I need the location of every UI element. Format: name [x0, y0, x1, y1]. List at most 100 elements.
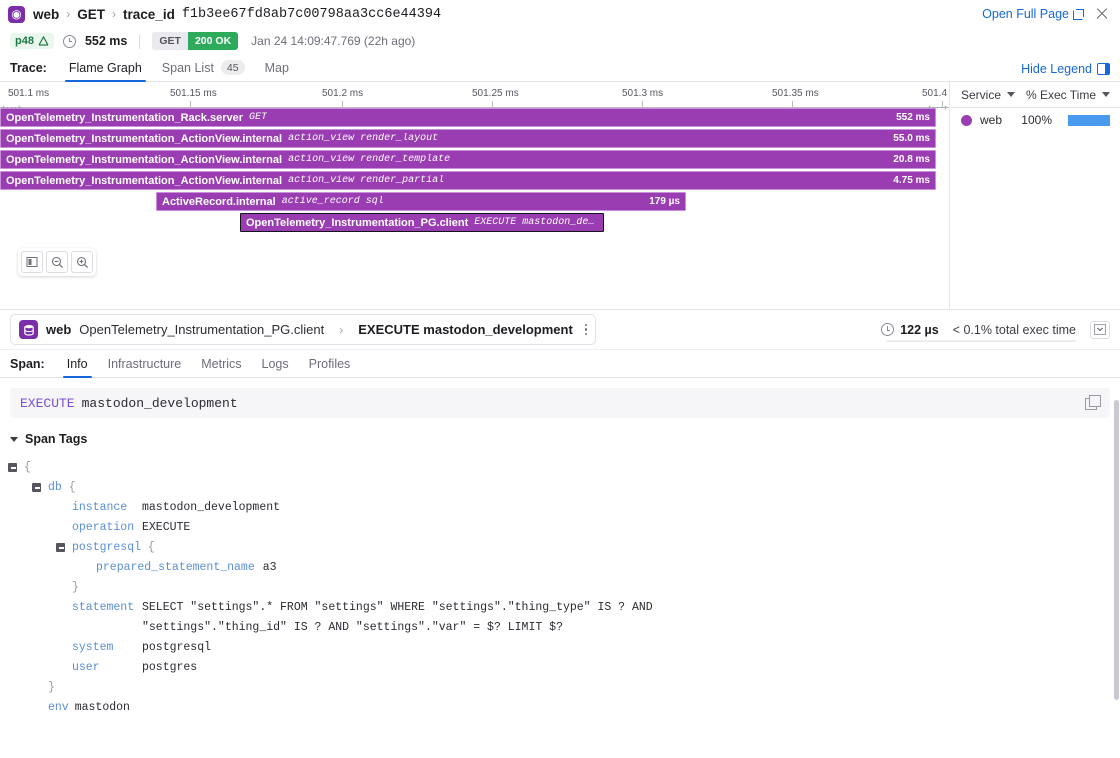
- flame-bar[interactable]: OpenTelemetry_Instrumentation_Rack.serve…: [0, 108, 936, 127]
- timeline-ruler: ‹···› ‹···› 501.1 ms 501.15 ms 501.2 ms 501…: [0, 82, 949, 112]
- flame-bar[interactable]: OpenTelemetry_Instrumentation_PG.client E…: [240, 213, 604, 232]
- span-tag-value: postgresql: [142, 641, 212, 654]
- tab-span-list[interactable]: Span List 45: [152, 60, 255, 81]
- span-pct-exec-time: < 0.1% total exec time: [952, 322, 1076, 337]
- span-header: web OpenTelemetry_Instrumentation_PG.cli…: [0, 310, 1120, 350]
- page-scrollbar[interactable]: [1114, 400, 1119, 700]
- tab-map[interactable]: Map: [255, 61, 299, 81]
- span-tag-row: db {: [8, 478, 1120, 498]
- tab-map-label: Map: [264, 61, 289, 75]
- span-tag-key: user: [72, 661, 100, 674]
- tab-info[interactable]: Info: [57, 357, 98, 378]
- chevron-down-icon: [1102, 92, 1110, 97]
- span-tag-brace: {: [61, 481, 76, 494]
- globe-icon: ◉: [8, 5, 25, 23]
- span-tag-brace: {: [141, 541, 155, 554]
- tab-profiles[interactable]: Profiles: [299, 357, 361, 377]
- collapse-panel-icon[interactable]: [1090, 320, 1110, 339]
- span-tag-value: postgres: [142, 661, 198, 674]
- breadcrumb-chevron-icon: ›: [66, 7, 71, 21]
- breadcrumb-trace-id[interactable]: f1b3ee67fd8ab7c00798aa3cc6e44394: [182, 7, 441, 22]
- span-tag-row: operation EXECUTE: [8, 518, 1120, 538]
- span-tag-row: instance mastodon_development: [8, 498, 1120, 518]
- hide-legend-button[interactable]: Hide Legend: [1021, 62, 1110, 81]
- open-full-page-link[interactable]: Open Full Page: [982, 7, 1084, 21]
- span-tag-value: EXECUTE: [142, 521, 191, 534]
- trace-timestamp: Jan 24 14:09:47.769 (22h ago): [251, 34, 416, 48]
- span-list-count-badge: 45: [220, 60, 245, 75]
- ruler-tick: [642, 101, 643, 108]
- span-tag-row: system postgresql: [8, 638, 1120, 658]
- fit-icon[interactable]: [21, 251, 43, 273]
- ruler-tick: [792, 101, 793, 108]
- span-tags-tree: {db {instance mastodon_development operati…: [0, 452, 1120, 718]
- flame-bar[interactable]: OpenTelemetry_Instrumentation_ActionView…: [0, 150, 936, 169]
- tree-collapse-icon[interactable]: [56, 543, 65, 552]
- tree-collapse-icon[interactable]: [32, 483, 41, 492]
- legend-col-service: Service: [961, 87, 1002, 102]
- flame-zoom-controls: [18, 248, 96, 276]
- chevron-down-icon: [10, 436, 18, 442]
- close-icon[interactable]: [1094, 6, 1110, 22]
- flame-bar-operation: action_view render_template: [288, 154, 451, 165]
- service-color-swatch: [961, 114, 972, 126]
- flame-bar-name: OpenTelemetry_Instrumentation_Rack.serve…: [6, 111, 243, 124]
- percentile-badge[interactable]: p48: [10, 33, 54, 49]
- flame-graph-section: ‹···› ‹···› 501.1 ms 501.15 ms 501.2 ms 501…: [0, 82, 1120, 310]
- copy-icon[interactable]: [1085, 395, 1101, 410]
- breadcrumb-service[interactable]: web: [33, 7, 59, 22]
- breadcrumb-operation[interactable]: GET: [77, 7, 105, 22]
- legend-col-exec-time: % Exec Time: [1025, 87, 1096, 102]
- span-options-icon[interactable]: [584, 323, 588, 336]
- breadcrumb-trace-key: trace_id: [123, 6, 175, 22]
- span-resource-name: OpenTelemetry_Instrumentation_PG.client: [79, 322, 325, 337]
- flame-bar[interactable]: OpenTelemetry_Instrumentation_ActionView…: [0, 129, 936, 148]
- tab-flame-graph[interactable]: Flame Graph: [59, 61, 152, 82]
- span-tag-row: postgresql {: [8, 538, 1120, 558]
- span-tag-key: statement: [72, 601, 135, 614]
- flame-bar-duration: 55.0 ms: [893, 133, 930, 144]
- flame-bar-operation: action_view render_layout: [288, 133, 439, 144]
- ruler-tick-label: 501.2 ms: [322, 88, 364, 99]
- flame-bar[interactable]: OpenTelemetry_Instrumentation_ActionView…: [0, 171, 936, 190]
- ruler-tick-label: 501.35 ms: [772, 88, 819, 99]
- tab-logs[interactable]: Logs: [252, 357, 299, 377]
- span-tag-row: prepared_statement_name a3: [8, 558, 1120, 578]
- span-tag-key: prepared_statement_name: [96, 561, 255, 574]
- tab-metrics[interactable]: Metrics: [191, 357, 251, 377]
- legend-sort-service[interactable]: Service: [961, 87, 1016, 102]
- tab-flame-graph-label: Flame Graph: [68, 61, 142, 75]
- flame-bar-name: ActiveRecord.internal: [162, 195, 276, 208]
- resource-target: mastodon_development: [81, 395, 238, 411]
- resource-name-banner: EXECUTE mastodon_development: [10, 388, 1110, 418]
- tab-info-label: Info: [66, 357, 88, 371]
- flame-bar-operation: GET: [249, 112, 268, 123]
- span-tags-header[interactable]: Span Tags: [0, 418, 1120, 452]
- latency-distribution-icon: [38, 36, 49, 46]
- trace-duration: 552 ms: [84, 34, 128, 48]
- span-service-name: web: [46, 322, 72, 337]
- flame-bar[interactable]: ActiveRecord.internal active_record sql 17…: [156, 192, 686, 211]
- hide-legend-label: Hide Legend: [1021, 62, 1092, 76]
- span-identity-card[interactable]: web OpenTelemetry_Instrumentation_PG.cli…: [10, 314, 597, 345]
- flame-bar-name: OpenTelemetry_Instrumentation_ActionView…: [6, 153, 283, 166]
- legend-header: Service % Exec Time: [951, 82, 1120, 108]
- clock-icon: [881, 323, 895, 336]
- tab-infrastructure[interactable]: Infrastructure: [98, 357, 192, 377]
- tree-collapse-icon[interactable]: [8, 463, 17, 472]
- span-tag-value: mastodon_development: [142, 501, 281, 514]
- ruler-tick-label: 501.3 ms: [622, 88, 664, 99]
- legend-sort-exec-time[interactable]: % Exec Time: [1026, 88, 1110, 102]
- zoom-out-icon[interactable]: [46, 251, 68, 273]
- http-status-label: 200 OK: [187, 32, 239, 50]
- span-tag-key: system: [72, 641, 114, 654]
- span-tag-row: statement SELECT "settings".* FROM "setti…: [8, 598, 1120, 638]
- legend-row-web[interactable]: web 100%: [951, 108, 1120, 132]
- flame-graph-canvas[interactable]: ‹···› ‹···› 501.1 ms 501.15 ms 501.2 ms 501…: [0, 82, 950, 309]
- span-duration: 122 µs: [900, 322, 939, 337]
- flame-bar-duration: 4.75 ms: [893, 175, 930, 186]
- zoom-in-icon[interactable]: [71, 251, 93, 273]
- legend-service-name: web: [980, 113, 1003, 127]
- span-tag-key: operation: [72, 521, 135, 534]
- flame-bar-duration: 20.8 ms: [893, 154, 930, 165]
